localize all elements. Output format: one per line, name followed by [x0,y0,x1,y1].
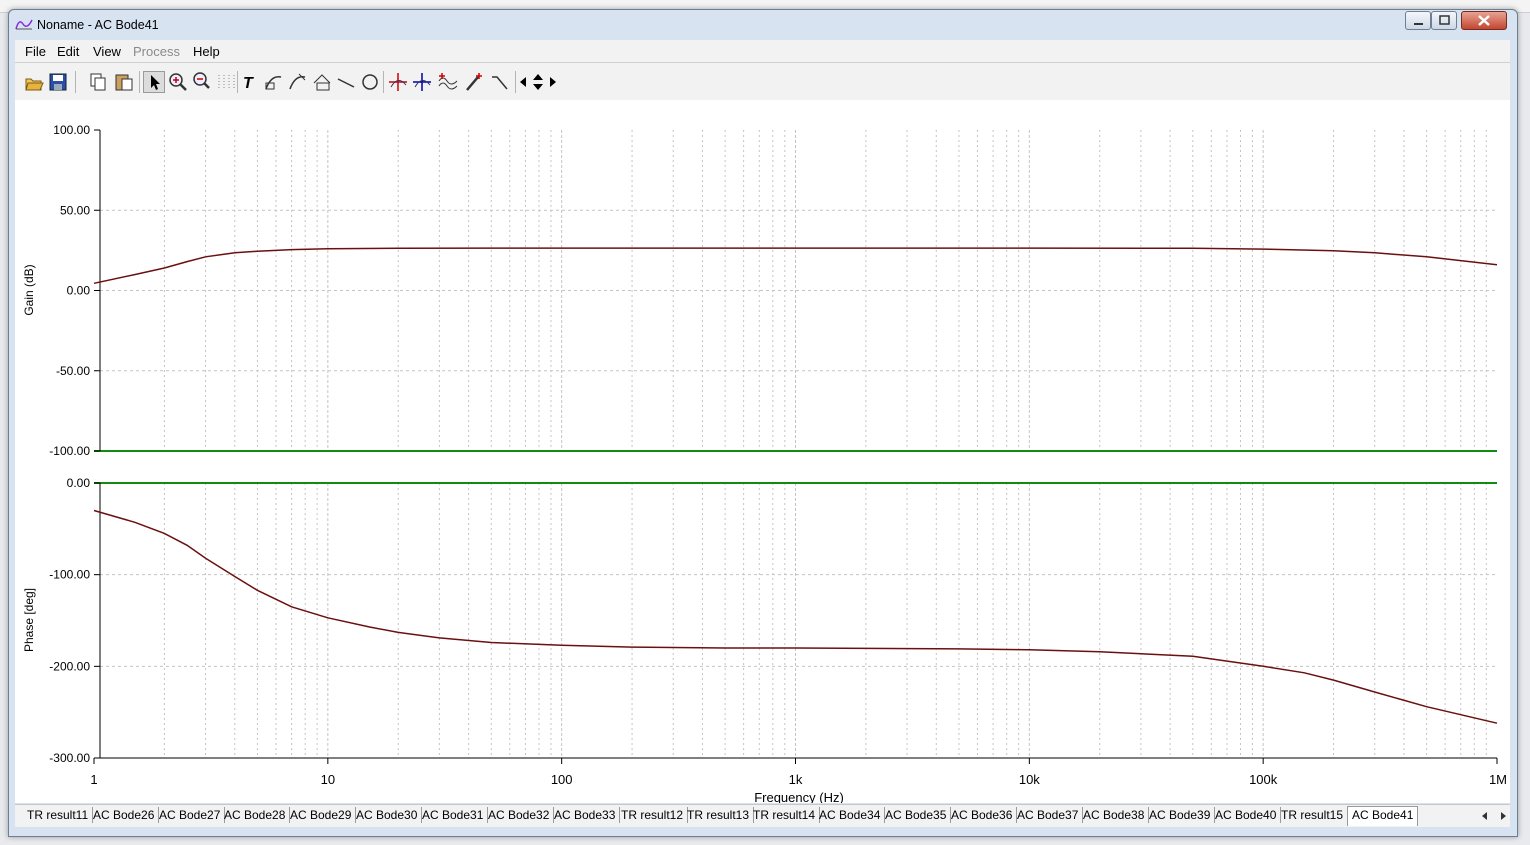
curve-label-icon[interactable] [263,71,285,93]
x-tick-label: 100 [551,772,573,787]
result-tab[interactable]: AC Bode39 [1145,807,1216,823]
phase-tick-label: 0.00 [67,476,91,490]
bode-chart[interactable]: 100.00 50.00 0.00 -50.00 -100.00 0.00 -100.00… [15,100,1510,805]
result-tab[interactable]: AC Bode28 [220,807,291,823]
menu-process[interactable]: Process [133,44,180,59]
gain-axis-label: Gain (dB) [22,264,36,315]
menu-bar: File Edit View Process Help [15,40,1510,63]
result-tab[interactable]: AC Bode30 [352,807,423,823]
close-icon [1478,15,1490,26]
paste-icon[interactable] [113,71,135,93]
phase-tick-label: -200.00 [49,659,90,673]
gain-tick-label: 100.00 [53,123,90,137]
phase-trace [93,509,1498,724]
phase-axis-label: Phase [deg] [22,588,36,652]
result-tab[interactable]: AC Bode38 [1079,807,1150,823]
result-tab[interactable]: AC Bode33 [550,807,621,823]
x-tick-label: 1M [1489,772,1507,787]
result-tab[interactable]: TR result15 [1277,807,1349,823]
gain-tick-label: 50.00 [60,203,90,217]
result-tab[interactable]: AC Bode41 [1347,806,1419,826]
step-icon[interactable] [489,71,511,93]
result-tab[interactable]: AC Bode37 [1013,807,1084,823]
phase-tick-label: -300.00 [49,751,90,765]
frequency-axis-label: Frequency (Hz) [754,790,844,803]
gain-tick-label: -50.00 [56,364,90,378]
save-icon[interactable] [47,71,69,93]
menu-file[interactable]: File [25,44,46,59]
restore-icon [1439,15,1450,25]
tab-scroll-right-icon[interactable] [1495,808,1511,824]
title-bar[interactable]: Noname - AC Bode41 [9,10,1517,38]
cursor-b-icon[interactable] [411,71,433,93]
result-tab[interactable]: TR result12 [617,807,689,823]
x-tick-label: 1 [90,772,97,787]
probe-icon[interactable] [463,71,485,93]
curve-label-2-icon[interactable] [287,71,309,93]
circle-icon[interactable] [359,71,381,93]
result-tab[interactable]: AC Bode34 [815,807,886,823]
result-tab[interactable]: AC Bode40 [1211,807,1282,823]
result-tab[interactable]: AC Bode27 [155,807,226,823]
maximize-button[interactable] [1431,11,1457,30]
menu-edit[interactable]: Edit [57,44,79,59]
result-tab[interactable]: AC Bode36 [947,807,1018,823]
table-icon[interactable] [311,71,333,93]
grid-icon[interactable] [215,71,237,93]
zoom-in-icon[interactable] [167,71,189,93]
cursor-a-icon[interactable] [387,71,409,93]
gain-tick-labels: 100.00 50.00 0.00 -50.00 -100.00 [49,123,100,458]
result-tab[interactable]: AC Bode26 [89,807,160,823]
arrow-left-icon[interactable] [517,71,529,93]
waveform-icon[interactable] [437,71,459,93]
open-icon[interactable] [23,71,45,93]
tab-scroll-left-icon[interactable] [1477,808,1493,824]
phase-tick-labels: 0.00 -100.00 -200.00 -300.00 [49,476,100,765]
copy-icon[interactable] [87,71,109,93]
minimize-icon [1414,23,1423,25]
svg-text:T: T [243,75,254,92]
result-tab[interactable]: AC Bode29 [286,807,357,823]
result-tab[interactable]: TR result14 [749,807,821,823]
result-tab[interactable]: TR result13 [683,807,755,823]
x-tick-label: 10k [1019,772,1040,787]
line-icon[interactable] [335,71,357,93]
gain-grid [94,130,1497,451]
result-tab[interactable]: AC Bode32 [484,807,555,823]
result-tabs-bar: TR result11 AC Bode26 AC Bode27 AC Bode28 AC… [15,804,1510,827]
gain-tick-label: 0.00 [67,284,91,298]
menu-view[interactable]: View [93,44,121,59]
x-tick-label: 10 [321,772,335,787]
arrow-updown-icon[interactable] [531,71,545,93]
arrow-right-icon[interactable] [547,71,559,93]
result-tab[interactable]: AC Bode31 [418,807,489,823]
x-tick-labels: 1 10 100 1k 10k 100k 1M [90,758,1507,787]
close-button[interactable] [1461,11,1507,30]
result-tab[interactable]: TR result11 [23,807,94,823]
text-icon[interactable]: T [239,71,261,93]
zoom-100-icon[interactable] [191,71,213,93]
pointer-icon[interactable] [143,71,165,93]
plot-area[interactable]: 100.00 50.00 0.00 -50.00 -100.00 0.00 -100.00… [15,100,1510,805]
minimize-button[interactable] [1405,11,1431,30]
result-tab[interactable]: AC Bode35 [881,807,952,823]
bode-plot-window: Noname - AC Bode41 File Edit View Proces… [8,9,1518,837]
phase-tick-label: -100.00 [49,568,90,582]
toolbar: T [15,63,1510,100]
app-icon [15,17,33,31]
x-tick-label: 1k [789,772,803,787]
phase-grid [94,483,1497,758]
window-title: Noname - AC Bode41 [37,18,159,32]
gain-tick-label: -100.00 [49,444,90,458]
x-tick-label: 100k [1249,772,1278,787]
menu-help[interactable]: Help [193,44,220,59]
